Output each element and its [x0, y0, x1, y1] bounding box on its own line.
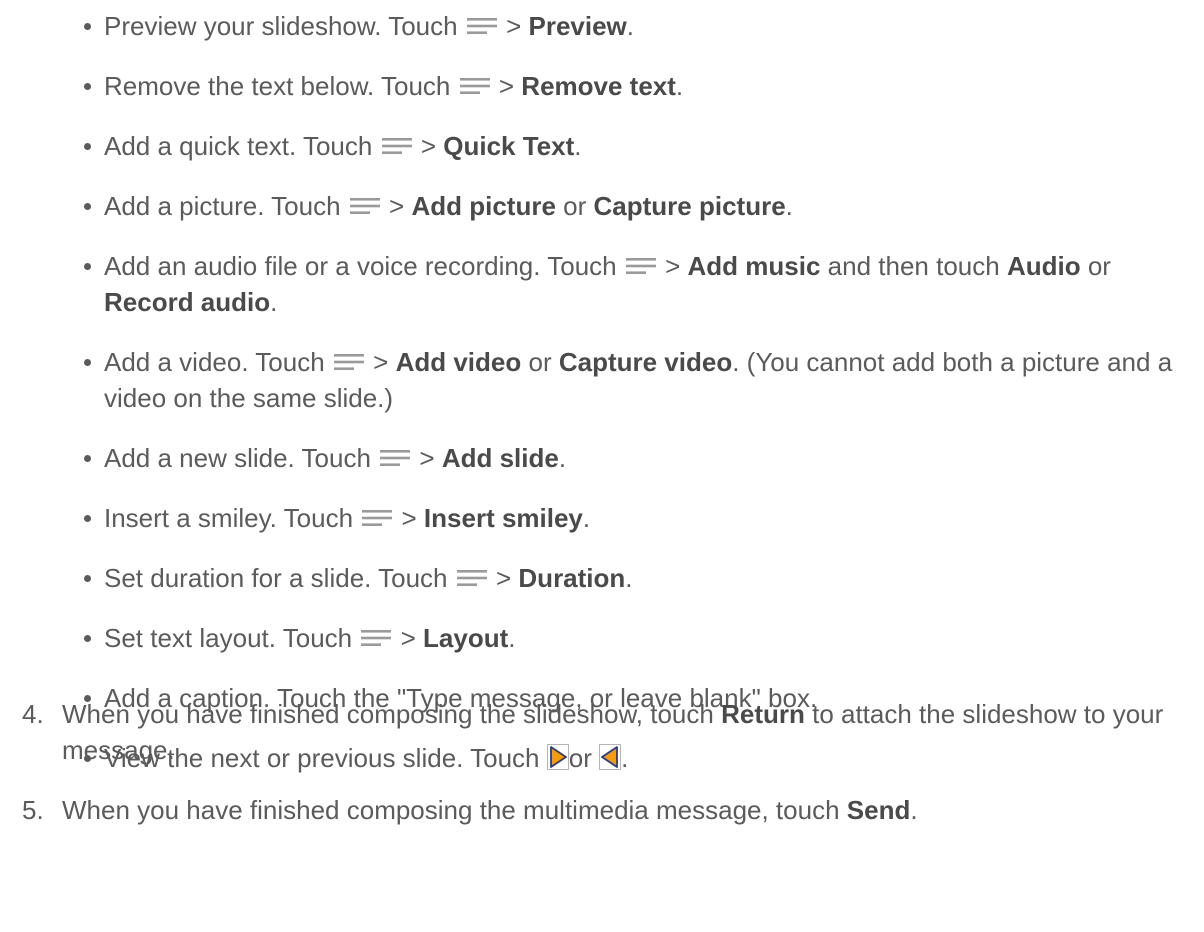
connector-text: and then touch	[827, 251, 1000, 281]
menu-option: Layout	[423, 623, 509, 653]
item-text: Add a new slide. Touch	[104, 443, 371, 473]
item-text: Set text layout. Touch	[104, 623, 353, 653]
bullet-icon	[84, 515, 91, 522]
button-reference: Send	[846, 795, 911, 825]
list-item: 4. When you have finished composing the …	[0, 696, 1204, 768]
menu-option: Duration	[518, 563, 626, 593]
step-text: When you have finished composing the mul…	[62, 795, 840, 825]
item-end: .	[270, 287, 278, 317]
item-end: .	[558, 443, 567, 473]
separator: >	[400, 623, 416, 653]
item-text: Add a video. Touch	[104, 347, 325, 377]
menu-icon	[349, 196, 380, 216]
menu-icon	[456, 568, 487, 588]
step-number: 5.	[22, 795, 44, 825]
menu-icon	[459, 76, 490, 96]
separator: >	[498, 71, 515, 101]
list-item: Add a quick text. Touch > Quick Text.	[0, 128, 1204, 164]
menu-option: Add music	[687, 251, 821, 281]
item-end: .	[625, 563, 633, 593]
bullet-icon	[84, 23, 91, 30]
menu-icon	[466, 16, 497, 36]
separator: >	[419, 443, 435, 473]
list-item: Set duration for a slide. Touch > Durati…	[0, 560, 1204, 596]
menu-option: Add picture	[411, 191, 556, 221]
menu-icon	[361, 628, 392, 648]
bullet-icon	[84, 359, 91, 366]
button-reference: Return	[721, 699, 805, 729]
menu-icon	[333, 352, 364, 372]
menu-icon	[362, 508, 393, 528]
menu-icon	[380, 448, 411, 468]
slideshow-options-list: Preview your slideshow. Touch > Preview.…	[0, 8, 1204, 800]
menu-option: Audio	[1006, 251, 1081, 281]
menu-option: Record audio	[104, 287, 271, 317]
menu-option: Add slide	[441, 443, 559, 473]
bullet-icon	[84, 575, 91, 582]
menu-option: Preview	[528, 11, 627, 41]
bullet-icon	[84, 455, 91, 462]
list-item: Add a video. Touch > Add video or Captur…	[0, 344, 1204, 416]
list-item: Remove the text below. Touch > Remove te…	[0, 68, 1204, 104]
numbered-steps: 4. When you have finished composing the …	[0, 696, 1204, 852]
list-item: Preview your slideshow. Touch > Preview.	[0, 8, 1204, 44]
menu-option: Add video	[395, 347, 522, 377]
connector-text: or	[1087, 251, 1111, 281]
menu-icon	[381, 136, 412, 156]
connector-text: or	[563, 191, 587, 221]
item-text: Preview your slideshow. Touch	[104, 11, 458, 41]
step-end: .	[910, 795, 918, 825]
menu-option: Remove text	[521, 71, 676, 101]
item-text: Insert a smiley. Touch	[104, 503, 354, 533]
item-end: .	[574, 131, 582, 161]
item-text: Set duration for a slide. Touch	[104, 563, 448, 593]
list-item: Add a new slide. Touch > Add slide.	[0, 440, 1204, 476]
separator: >	[495, 563, 512, 593]
list-item: 5. When you have finished composing the …	[0, 792, 1204, 828]
item-end: .	[626, 11, 635, 41]
separator: >	[665, 251, 681, 281]
bullet-icon	[84, 203, 91, 210]
item-text: Remove the text below. Touch	[104, 71, 451, 101]
separator: >	[389, 191, 405, 221]
menu-option: Capture video	[558, 347, 733, 377]
menu-option: Quick Text	[443, 131, 575, 161]
menu-option: Insert smiley	[423, 503, 583, 533]
separator: >	[401, 503, 417, 533]
list-item: Insert a smiley. Touch > Insert smiley.	[0, 500, 1204, 536]
list-item: Set text layout. Touch > Layout.	[0, 620, 1204, 656]
step-number: 4.	[22, 699, 44, 729]
item-text: Add a quick text. Touch	[104, 131, 373, 161]
bullet-icon	[84, 263, 91, 270]
separator: >	[420, 131, 437, 161]
menu-icon	[625, 256, 656, 276]
item-text: Add an audio file or a voice recording. …	[104, 251, 617, 281]
bullet-icon	[84, 143, 91, 150]
item-text: Add a picture. Touch	[104, 191, 341, 221]
connector-text: or	[528, 347, 552, 377]
item-end: .	[508, 623, 516, 653]
menu-option: Capture picture	[593, 191, 786, 221]
help-page: Preview your slideshow. Touch > Preview.…	[0, 0, 1204, 932]
step-text: When you have finished composing the sli…	[62, 699, 714, 729]
separator: >	[506, 11, 522, 41]
list-item: Add a picture. Touch > Add picture or Ca…	[0, 188, 1204, 224]
item-end: .	[675, 71, 684, 101]
bullet-icon	[84, 635, 91, 642]
item-end: .	[582, 503, 591, 533]
list-item: Add an audio file or a voice recording. …	[0, 248, 1204, 320]
separator: >	[373, 347, 389, 377]
item-end: .	[785, 191, 793, 221]
bullet-icon	[84, 83, 91, 90]
